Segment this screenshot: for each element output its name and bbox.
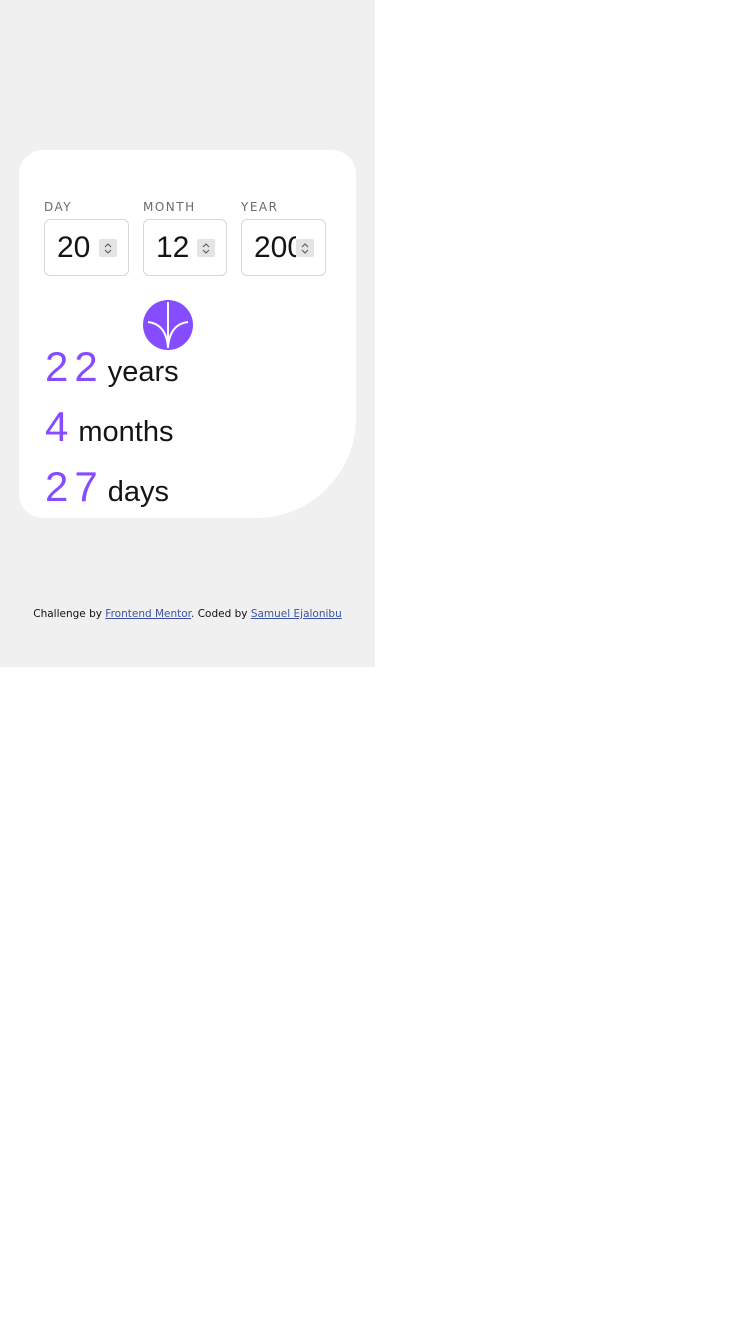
attribution-prefix: Challenge by [33, 608, 106, 620]
day-spinner[interactable] [99, 239, 117, 257]
month-spinner[interactable] [197, 239, 215, 257]
result-years-row: 22 years [45, 343, 179, 391]
day-input-value: 20 [57, 231, 91, 264]
year-label: YEAR [241, 200, 279, 214]
attribution-middle: . Coded by [191, 608, 251, 620]
spinner-icon [301, 243, 309, 254]
result-months-row: 4 months [45, 403, 173, 451]
month-label: MONTH [143, 200, 196, 214]
spinner-icon [104, 243, 112, 254]
day-label: DAY [44, 200, 73, 214]
page-background: DAY 20 MONTH 12 YEAR 20 22 years 4 month… [0, 0, 375, 667]
author-link[interactable]: Samuel Ejalonibu [251, 608, 342, 620]
years-label: years [107, 356, 179, 388]
attribution: Challenge by Frontend Mentor. Coded by S… [0, 608, 375, 620]
day-input[interactable]: 20 [44, 219, 129, 276]
years-value: 22 [45, 343, 104, 390]
month-input-value: 12 [156, 231, 190, 264]
age-calculator-card: DAY 20 MONTH 12 YEAR 20 22 years 4 month… [19, 150, 356, 518]
days-value: 27 [45, 463, 104, 510]
year-input[interactable]: 2000 [241, 219, 326, 276]
months-label: months [78, 416, 174, 448]
year-spinner[interactable] [296, 239, 314, 257]
result-days-row: 27 days [45, 463, 169, 511]
spinner-icon [202, 243, 210, 254]
month-input[interactable]: 12 [143, 219, 227, 276]
frontend-mentor-link[interactable]: Frontend Mentor [105, 608, 191, 620]
months-value: 4 [45, 403, 75, 450]
year-input-value: 2000 [254, 231, 296, 264]
days-label: days [107, 476, 169, 508]
